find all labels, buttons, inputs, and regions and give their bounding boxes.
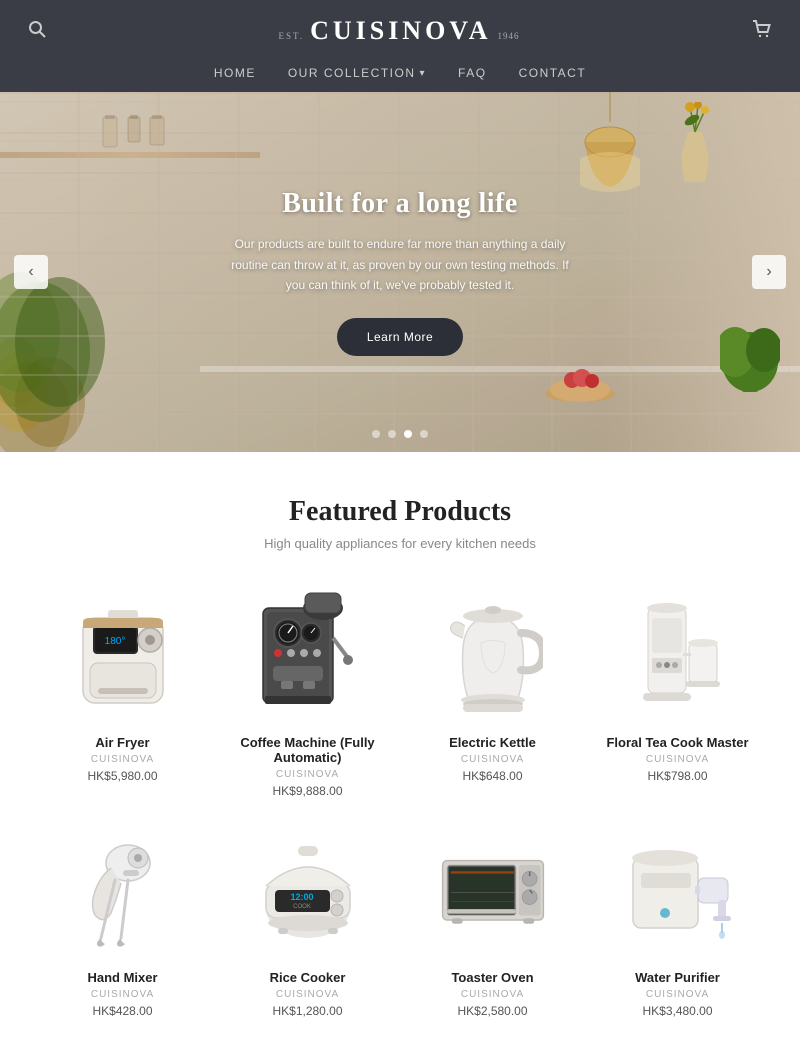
product-image-air-fryer: 180° xyxy=(40,583,205,723)
featured-section: Featured Products High quality appliance… xyxy=(0,452,800,1038)
header-top: EST. CUISINOVA 1946 xyxy=(0,12,800,56)
main-nav: HOME OUR COLLECTION ▾ FAQ CONTACT xyxy=(214,56,586,92)
logo-est: EST. xyxy=(278,31,304,41)
product-image-tea-maker xyxy=(595,583,760,723)
hero-dot-1[interactable] xyxy=(372,430,380,438)
hero-next-button[interactable]: › xyxy=(752,255,786,289)
product-image-hand-mixer xyxy=(40,818,205,958)
product-card-toaster-oven[interactable]: Toaster Oven CUISINOVA HK$2,580.00 xyxy=(410,818,575,1018)
svg-text:12:00: 12:00 xyxy=(290,892,313,902)
product-brand-toaster-oven: CUISINOVA xyxy=(410,989,575,1000)
product-price-coffee-machine: HK$9,888.00 xyxy=(225,784,390,798)
product-name-water-purifier: Water Purifier xyxy=(595,970,760,985)
product-image-rice-cooker: 12:00 COOK xyxy=(225,818,390,958)
products-grid-row2: Hand Mixer CUISINOVA HK$428.00 12:00 xyxy=(40,818,760,1018)
product-brand-air-fryer: CUISINOVA xyxy=(40,754,205,765)
product-brand-hand-mixer: CUISINOVA xyxy=(40,989,205,1000)
hero-cta-button[interactable]: Learn More xyxy=(337,318,463,356)
featured-subtitle: High quality appliances for every kitche… xyxy=(40,536,760,551)
cart-icon[interactable] xyxy=(752,20,772,43)
product-name-air-fryer: Air Fryer xyxy=(40,735,205,750)
product-name-hand-mixer: Hand Mixer xyxy=(40,970,205,985)
product-brand-rice-cooker: CUISINOVA xyxy=(225,989,390,1000)
hero-content: Built for a long life Our products are b… xyxy=(230,188,570,355)
products-grid-row1: 180° Air Fryer CUISINOVA HK$5,980.00 xyxy=(40,583,760,798)
product-price-toaster-oven: HK$2,580.00 xyxy=(410,1004,575,1018)
product-card-coffee-machine[interactable]: Coffee Machine (Fully Automatic) CUISINO… xyxy=(225,583,390,798)
product-image-kettle xyxy=(410,583,575,723)
logo-name: CUISINOVA xyxy=(310,16,491,46)
product-price-kettle: HK$648.00 xyxy=(410,769,575,783)
svg-text:COOK: COOK xyxy=(293,904,311,910)
product-card-hand-mixer[interactable]: Hand Mixer CUISINOVA HK$428.00 xyxy=(40,818,205,1018)
product-price-water-purifier: HK$3,480.00 xyxy=(595,1004,760,1018)
product-price-rice-cooker: HK$1,280.00 xyxy=(225,1004,390,1018)
hero-pagination xyxy=(372,430,428,438)
product-name-toaster-oven: Toaster Oven xyxy=(410,970,575,985)
product-name-coffee-machine: Coffee Machine (Fully Automatic) xyxy=(225,735,390,765)
product-brand-coffee-machine: CUISINOVA xyxy=(225,769,390,780)
nav-collection[interactable]: OUR COLLECTION ▾ xyxy=(288,66,426,80)
product-card-rice-cooker[interactable]: 12:00 COOK Rice Cooker CUISINOVA HK$1,28… xyxy=(225,818,390,1018)
hero-dot-2[interactable] xyxy=(388,430,396,438)
product-name-kettle: Electric Kettle xyxy=(410,735,575,750)
featured-title: Featured Products xyxy=(40,496,760,528)
search-icon[interactable] xyxy=(28,20,46,43)
hero-title: Built for a long life xyxy=(230,188,570,220)
hero-prev-button[interactable]: ‹ xyxy=(14,255,48,289)
nav-home[interactable]: HOME xyxy=(214,66,256,80)
product-card-tea-maker[interactable]: Floral Tea Cook Master CUISINOVA HK$798.… xyxy=(595,583,760,798)
site-header: EST. CUISINOVA 1946 HOME OUR COLLECTION … xyxy=(0,0,800,92)
product-brand-kettle: CUISINOVA xyxy=(410,754,575,765)
product-name-rice-cooker: Rice Cooker xyxy=(225,970,390,985)
logo[interactable]: EST. CUISINOVA 1946 xyxy=(278,16,519,46)
product-price-hand-mixer: HK$428.00 xyxy=(40,1004,205,1018)
product-image-water-purifier xyxy=(595,818,760,958)
svg-text:180°: 180° xyxy=(104,636,125,647)
product-card-kettle[interactable]: Electric Kettle CUISINOVA HK$648.00 xyxy=(410,583,575,798)
product-price-tea-maker: HK$798.00 xyxy=(595,769,760,783)
product-card-water-purifier[interactable]: Water Purifier CUISINOVA HK$3,480.00 xyxy=(595,818,760,1018)
product-image-coffee-machine xyxy=(225,583,390,723)
hero-dot-3[interactable] xyxy=(404,430,412,438)
hero-subtitle: Our products are built to endure far mor… xyxy=(230,234,570,295)
nav-faq[interactable]: FAQ xyxy=(458,66,487,80)
product-name-tea-maker: Floral Tea Cook Master xyxy=(595,735,760,750)
product-card-air-fryer[interactable]: 180° Air Fryer CUISINOVA HK$5,980.00 xyxy=(40,583,205,798)
logo-year: 1946 xyxy=(498,31,520,41)
product-price-air-fryer: HK$5,980.00 xyxy=(40,769,205,783)
chevron-down-icon: ▾ xyxy=(420,68,427,79)
nav-contact[interactable]: CONTACT xyxy=(519,66,587,80)
hero-section: ‹ Built for a long life Our products are… xyxy=(0,92,800,452)
product-image-toaster-oven xyxy=(410,818,575,958)
product-brand-tea-maker: CUISINOVA xyxy=(595,754,760,765)
product-brand-water-purifier: CUISINOVA xyxy=(595,989,760,1000)
hero-dot-4[interactable] xyxy=(420,430,428,438)
